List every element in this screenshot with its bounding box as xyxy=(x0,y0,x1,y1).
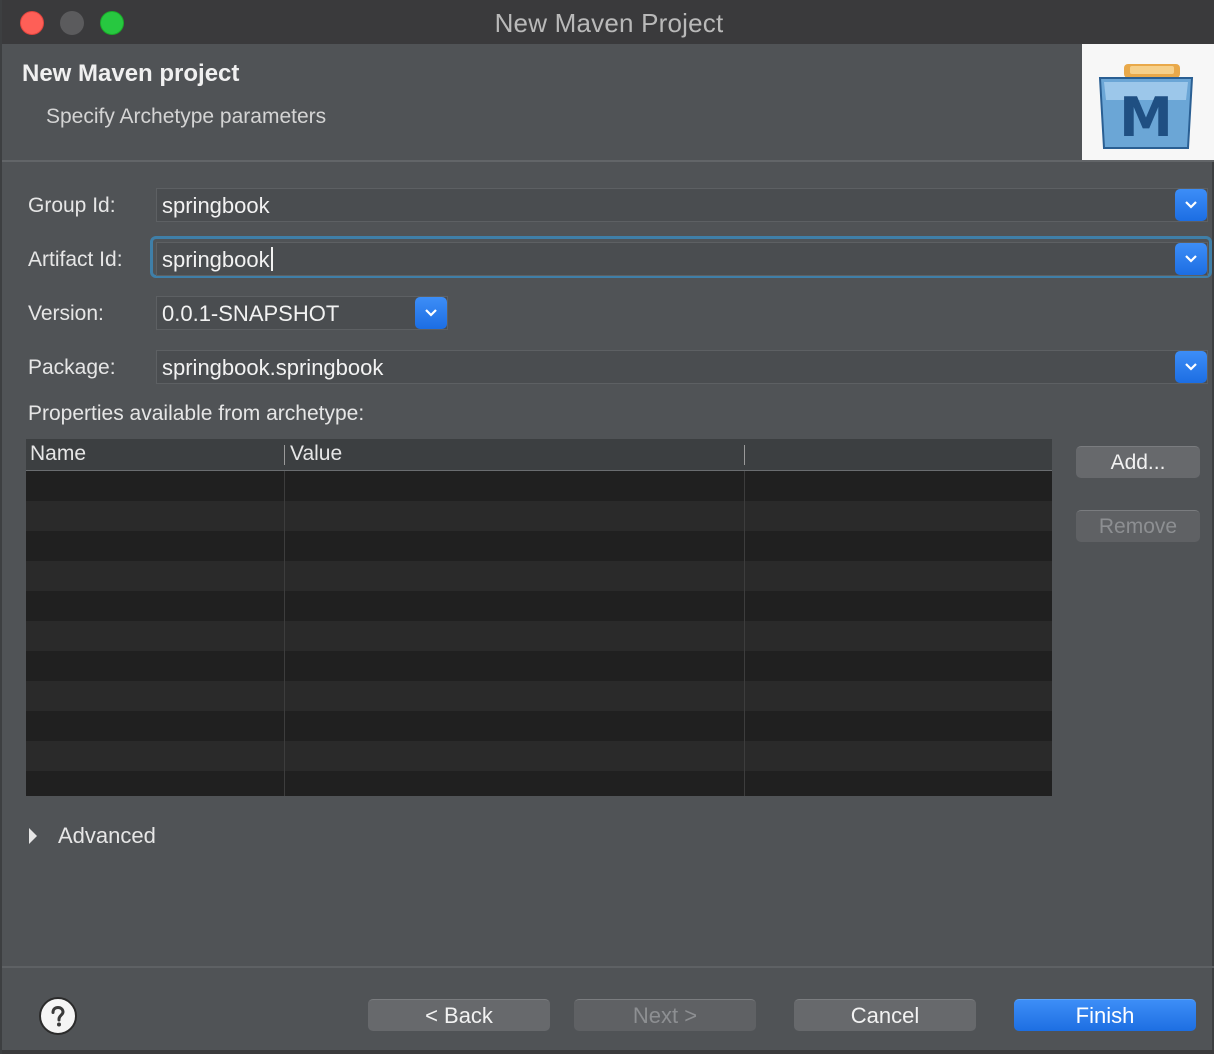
artifact-id-value: springbook xyxy=(162,247,270,272)
artifact-id-label: Artifact Id: xyxy=(28,248,123,271)
chevron-down-icon xyxy=(425,309,437,317)
title-bar: New Maven Project xyxy=(2,0,1214,45)
table-row[interactable] xyxy=(26,771,1052,796)
wizard-page-title: New Maven project xyxy=(22,60,240,87)
chevron-down-icon xyxy=(1185,201,1197,209)
help-button[interactable] xyxy=(39,997,77,1035)
table-row[interactable] xyxy=(26,681,1052,711)
advanced-section-label[interactable]: Advanced xyxy=(58,823,156,849)
table-row[interactable] xyxy=(26,651,1052,681)
group-id-combo[interactable]: springbook xyxy=(156,188,1208,222)
artifact-id-dropdown-button[interactable] xyxy=(1175,243,1207,275)
version-label: Version: xyxy=(28,302,104,325)
version-combo[interactable]: 0.0.1-SNAPSHOT xyxy=(156,296,448,330)
artifact-id-combo[interactable]: springbook xyxy=(156,242,1208,276)
next-button[interactable]: Next > xyxy=(574,999,756,1031)
column-resize-handle[interactable] xyxy=(744,445,745,465)
help-icon xyxy=(51,1005,65,1027)
table-row[interactable] xyxy=(26,531,1052,561)
table-row[interactable] xyxy=(26,561,1052,591)
advanced-expand-toggle[interactable] xyxy=(28,822,38,850)
table-row[interactable] xyxy=(26,471,1052,501)
maven-logo-letter: M xyxy=(1119,86,1173,149)
window-title: New Maven Project xyxy=(494,8,724,38)
wizard-page-subtitle: Specify Archetype parameters xyxy=(46,105,327,128)
text-cursor xyxy=(270,247,273,271)
group-id-label: Group Id: xyxy=(28,194,116,217)
group-id-value[interactable]: springbook xyxy=(162,193,270,219)
table-row[interactable] xyxy=(26,621,1052,651)
window-bottom-edge xyxy=(2,1050,1214,1054)
remove-property-button[interactable]: Remove xyxy=(1076,510,1200,542)
properties-table[interactable]: Name Value xyxy=(26,439,1052,796)
group-id-dropdown-button[interactable] xyxy=(1175,189,1207,221)
wizard-banner: New Maven project Specify Archetype para… xyxy=(2,44,1214,162)
chevron-down-icon xyxy=(1185,363,1197,371)
package-value[interactable]: springbook.springbook xyxy=(162,355,383,381)
version-dropdown-button[interactable] xyxy=(415,297,447,329)
properties-label: Properties available from archetype: xyxy=(28,402,365,425)
artifact-id-field[interactable]: springbook xyxy=(162,247,273,273)
maven-logo-icon: M xyxy=(1082,44,1214,160)
column-divider xyxy=(284,471,285,796)
add-property-button[interactable]: Add... xyxy=(1076,446,1200,478)
chevron-down-icon xyxy=(1185,255,1197,263)
finish-button[interactable]: Finish xyxy=(1014,999,1196,1031)
table-row[interactable] xyxy=(26,741,1052,771)
cancel-button[interactable]: Cancel xyxy=(794,999,976,1031)
column-header-name[interactable]: Name xyxy=(30,442,86,466)
footer-divider xyxy=(2,966,1214,968)
column-resize-handle[interactable] xyxy=(284,445,285,465)
package-combo[interactable]: springbook.springbook xyxy=(156,350,1208,384)
table-header: Name Value xyxy=(26,439,1052,471)
table-row[interactable] xyxy=(26,591,1052,621)
package-dropdown-button[interactable] xyxy=(1175,351,1207,383)
column-header-value[interactable]: Value xyxy=(290,442,342,466)
table-row[interactable] xyxy=(26,501,1052,531)
disclosure-triangle-icon xyxy=(29,828,37,844)
table-row[interactable] xyxy=(26,711,1052,741)
maven-project-dialog: New Maven Project New Maven project Spec… xyxy=(0,0,1214,1054)
version-value[interactable]: 0.0.1-SNAPSHOT xyxy=(162,301,339,327)
package-label: Package: xyxy=(28,356,116,379)
back-button[interactable]: < Back xyxy=(368,999,550,1031)
column-divider xyxy=(744,471,745,796)
